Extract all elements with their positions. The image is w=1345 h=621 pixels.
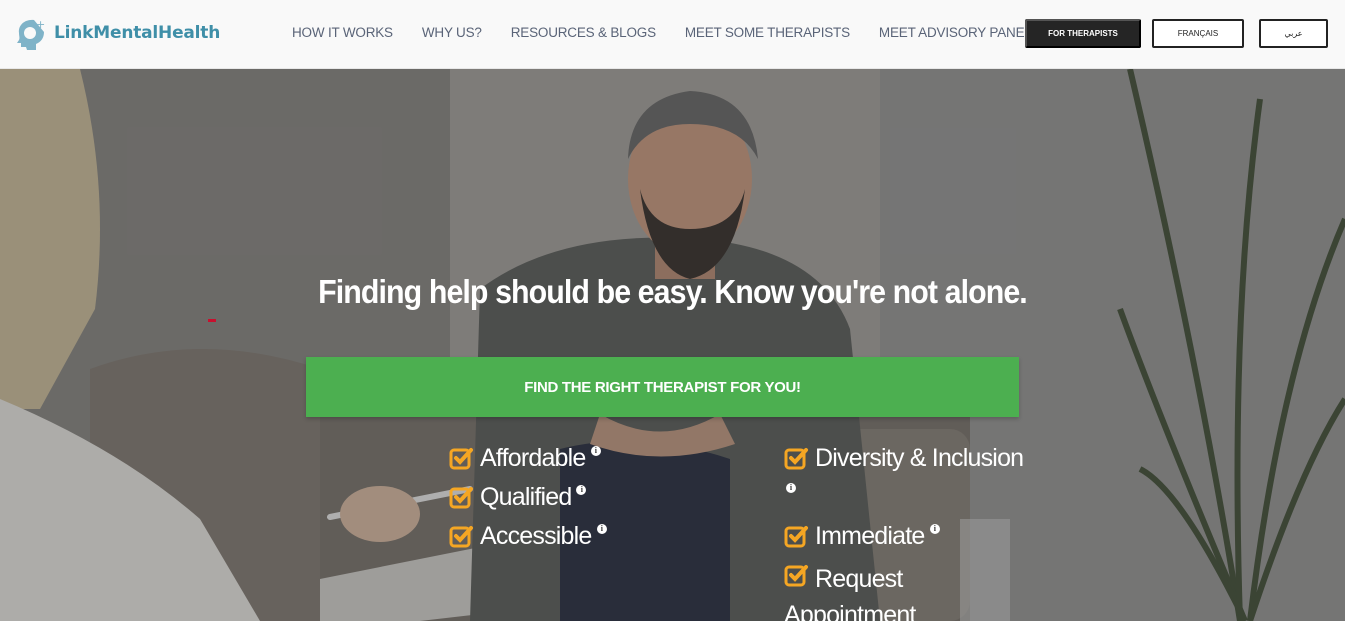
feature-item: Accessible i (449, 522, 699, 561)
decorative-red-dash (208, 319, 216, 322)
nav-how-it-works[interactable]: HOW IT WORKS (292, 25, 393, 40)
hero-tagline: Finding help should be easy. Know you're… (318, 273, 1028, 310)
nav-advisory-panel[interactable]: MEET ADVISORY PANEL (879, 25, 1032, 40)
svg-text:+: + (36, 18, 45, 31)
feature-item: Immediate i (784, 522, 1024, 561)
feature-item: Affordable i (449, 444, 699, 483)
checkbox-checked-icon (449, 487, 473, 509)
checkbox-checked-icon (784, 526, 808, 548)
info-icon[interactable]: i (929, 524, 940, 534)
language-arabic-button[interactable]: عربي (1259, 19, 1328, 48)
info-icon[interactable]: i (596, 524, 607, 534)
main-nav: HOW IT WORKS WHY US? RESOURCES & BLOGS M… (292, 25, 1061, 40)
nav-meet-therapists[interactable]: MEET SOME THERAPISTS (685, 25, 850, 40)
nav-why-us[interactable]: WHY US? (422, 25, 482, 40)
info-icon[interactable]: i (786, 483, 796, 493)
feature-label: Immediate (815, 522, 925, 550)
logo[interactable]: + LinkMentalHealth (14, 16, 220, 50)
feature-item: Qualified i (449, 483, 699, 522)
feature-label: Affordable (480, 444, 586, 472)
head-profile-icon: + (17, 18, 45, 50)
feature-item: Request Appointment (784, 561, 1024, 621)
find-therapist-button[interactable]: FIND THE RIGHT THERAPIST FOR YOU! (306, 357, 1019, 417)
for-therapists-button[interactable]: FOR THERAPISTS (1025, 19, 1141, 48)
checkbox-checked-icon (784, 448, 808, 470)
checkbox-checked-icon (449, 526, 473, 548)
features-right-list: Diversity & Inclusion i Immediate i Requ… (784, 444, 1024, 621)
logo-text: LinkMentalHealth (54, 23, 221, 43)
checkbox-checked-icon (784, 565, 808, 587)
hero-section: Finding help should be easy. Know you're… (0, 69, 1345, 621)
info-icon[interactable]: i (576, 485, 587, 495)
checkbox-checked-icon (449, 448, 473, 470)
feature-label: Accessible (480, 522, 592, 550)
feature-label: Qualified (480, 483, 572, 511)
features-left-list: Affordable i Qualified i Accessible i (449, 444, 699, 561)
info-icon[interactable]: i (590, 446, 601, 456)
feature-label[interactable]: Request Appointment (784, 561, 1024, 621)
nav-resources-blogs[interactable]: RESOURCES & BLOGS (511, 25, 656, 40)
language-french-button[interactable]: FRANÇAIS (1152, 19, 1244, 48)
site-header: + LinkMentalHealth HOW IT WORKS WHY US? … (0, 0, 1345, 69)
feature-item: Diversity & Inclusion i (784, 444, 1024, 522)
feature-label: Diversity & Inclusion (815, 444, 1024, 472)
